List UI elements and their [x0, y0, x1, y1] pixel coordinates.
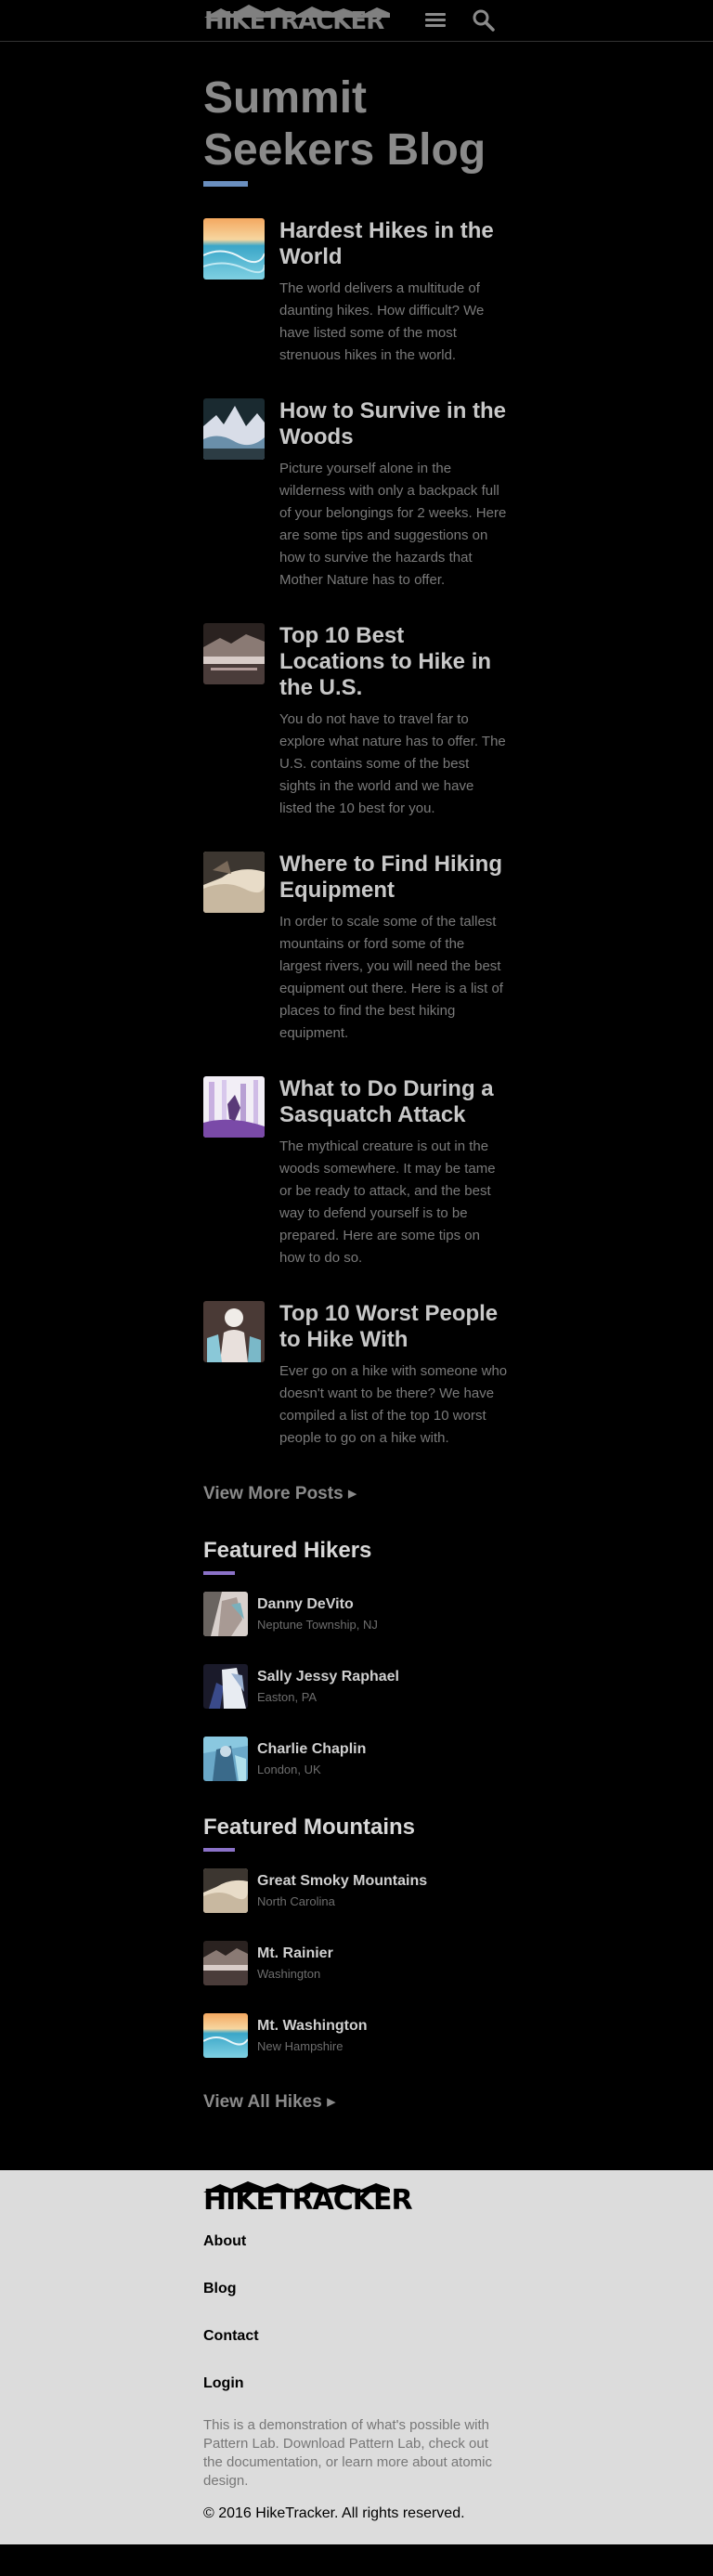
- title-underline: [203, 181, 248, 187]
- post-title[interactable]: Where to Find Hiking Equipment: [279, 852, 509, 904]
- view-more-posts-link[interactable]: View More Posts ▸: [203, 1483, 356, 1504]
- post-item[interactable]: Where to Find Hiking Equipment In order …: [203, 852, 509, 1045]
- post-excerpt: Picture yourself alone in the wilderness…: [279, 461, 507, 588]
- mountain-thumbnail[interactable]: [203, 2013, 248, 2058]
- mountain-location: North Carolina: [257, 1894, 335, 1908]
- post-title[interactable]: Top 10 Worst People to Hike With: [279, 1301, 509, 1353]
- footer-link-about[interactable]: About: [203, 2233, 509, 2250]
- post-item[interactable]: How to Survive in the Woods Picture your…: [203, 398, 509, 592]
- hiker-item[interactable]: Charlie Chaplin London, UK: [203, 1737, 509, 1781]
- post-item[interactable]: Hardest Hikes in the World The world del…: [203, 218, 509, 367]
- page-title: Summit Seekers Blog: [203, 73, 486, 175]
- mountain-logo-icon: [203, 2181, 389, 2192]
- section-underline: [203, 1571, 235, 1575]
- post-thumbnail[interactable]: [203, 218, 265, 280]
- post-thumbnail[interactable]: [203, 1076, 265, 1138]
- hiker-name[interactable]: Danny DeVito: [257, 1596, 378, 1613]
- site-logo[interactable]: HIKETRACKER: [204, 5, 390, 36]
- mountain-item[interactable]: Mt. Rainier Washington: [203, 1941, 509, 1985]
- post-title[interactable]: How to Survive in the Woods: [279, 398, 509, 450]
- mountain-location: Washington: [257, 1967, 321, 1981]
- footer-link-contact[interactable]: Contact: [203, 2328, 509, 2345]
- site-footer: HIKETRACKER About Blog Contact Login Thi…: [0, 2170, 713, 2544]
- post-item[interactable]: What to Do During a Sasquatch Attack The…: [203, 1076, 509, 1269]
- post-thumbnail[interactable]: [203, 852, 265, 913]
- post-item[interactable]: Top 10 Best Locations to Hike in the U.S…: [203, 623, 509, 820]
- featured-hikers-heading: Featured Hikers: [203, 1538, 372, 1563]
- hiker-avatar[interactable]: [203, 1664, 248, 1709]
- footer-nav: About Blog Contact Login: [203, 2233, 509, 2392]
- post-thumbnail[interactable]: [203, 623, 265, 684]
- main-content: Summit Seekers Blog Hardest Hikes in the…: [0, 42, 713, 2113]
- copyright-text: © 2016 HikeTracker. All rights reserved.: [203, 2505, 465, 2521]
- post-excerpt: Ever go on a hike with someone who doesn…: [279, 1363, 508, 1446]
- section-underline: [203, 1848, 235, 1852]
- hiker-avatar[interactable]: [203, 1737, 248, 1781]
- mountain-item[interactable]: Mt. Washington New Hampshire: [203, 2013, 509, 2058]
- post-item[interactable]: Top 10 Worst People to Hike With Ever go…: [203, 1301, 509, 1450]
- hiker-name[interactable]: Charlie Chaplin: [257, 1741, 366, 1758]
- post-excerpt: The world delivers a multitude of daunti…: [279, 280, 485, 363]
- top-navigation: HIKETRACKER: [0, 0, 713, 42]
- footer-note: This is a demonstration of what's possib…: [203, 2417, 493, 2489]
- mountain-thumbnail[interactable]: [203, 1868, 248, 1913]
- mountain-logo-icon: [204, 5, 390, 18]
- post-thumbnail[interactable]: [203, 398, 265, 460]
- search-icon[interactable]: [472, 8, 496, 33]
- mountain-name[interactable]: Mt. Washington: [257, 2018, 368, 2035]
- footer-link-blog[interactable]: Blog: [203, 2281, 509, 2297]
- mountain-thumbnail[interactable]: [203, 1941, 248, 1985]
- hiker-location: Easton, PA: [257, 1690, 318, 1704]
- mountain-item[interactable]: Great Smoky Mountains North Carolina: [203, 1868, 509, 1913]
- mountain-name[interactable]: Mt. Rainier: [257, 1945, 333, 1962]
- post-title[interactable]: What to Do During a Sasquatch Attack: [279, 1076, 509, 1128]
- view-all-hikes-link[interactable]: View All Hikes ▸: [203, 2091, 336, 2113]
- post-title[interactable]: Top 10 Best Locations to Hike in the U.S…: [279, 623, 509, 701]
- post-title[interactable]: Hardest Hikes in the World: [279, 218, 509, 270]
- footer-logo[interactable]: HIKETRACKER: [203, 2181, 509, 2217]
- hiker-location: Neptune Township, NJ: [257, 1618, 378, 1632]
- hiker-item[interactable]: Danny DeVito Neptune Township, NJ: [203, 1592, 509, 1636]
- mountain-name[interactable]: Great Smoky Mountains: [257, 1873, 427, 1890]
- footer-link-login[interactable]: Login: [203, 2375, 509, 2392]
- post-excerpt: In order to scale some of the tallest mo…: [279, 914, 503, 1041]
- hiker-name[interactable]: Sally Jessy Raphael: [257, 1669, 399, 1685]
- post-excerpt: The mythical creature is out in the wood…: [279, 1138, 496, 1266]
- hiker-avatar[interactable]: [203, 1592, 248, 1636]
- hiker-location: London, UK: [257, 1763, 321, 1776]
- hamburger-menu-icon[interactable]: [425, 13, 446, 28]
- hiker-item[interactable]: Sally Jessy Raphael Easton, PA: [203, 1664, 509, 1709]
- post-excerpt: You do not have to travel far to explore…: [279, 711, 506, 816]
- post-thumbnail[interactable]: [203, 1301, 265, 1362]
- featured-mountains-heading: Featured Mountains: [203, 1815, 416, 1840]
- mountain-location: New Hampshire: [257, 2039, 344, 2053]
